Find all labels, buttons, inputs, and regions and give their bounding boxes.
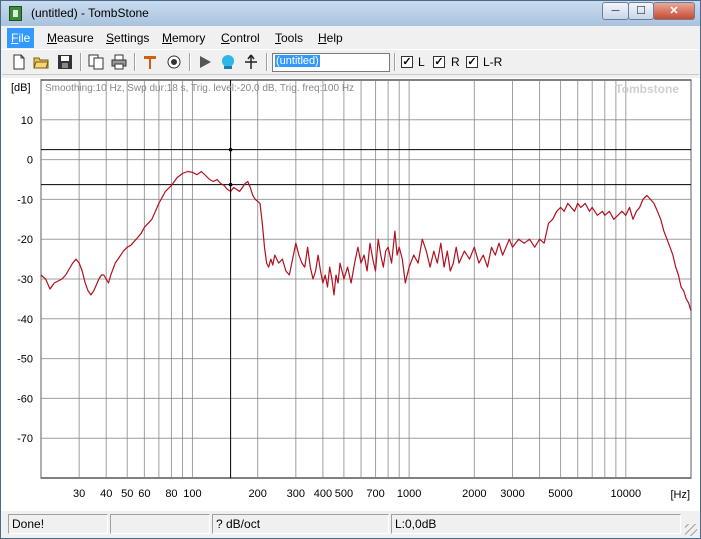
- tombstone-watermark: Tombstone: [615, 82, 679, 96]
- x-tick-label: 1000: [397, 488, 421, 500]
- x-tick-label: 50: [121, 488, 133, 500]
- y-tick-label: -10: [17, 194, 33, 206]
- menu-control[interactable]: Control: [221, 31, 260, 45]
- x-tick-label: 500: [335, 488, 353, 500]
- checkbox-l[interactable]: ✓: [401, 56, 413, 68]
- x-tick-label: 10000: [610, 488, 641, 500]
- close-button[interactable]: ✕: [653, 2, 695, 20]
- y-tick-label: -30: [17, 274, 33, 286]
- status-slope: ? dB/oct: [212, 514, 389, 534]
- x-tick-label: 60: [138, 488, 150, 500]
- copy-icon[interactable]: [88, 54, 104, 70]
- pointer-icon[interactable]: [243, 54, 259, 70]
- menu-tools[interactable]: Tools: [275, 31, 303, 45]
- play-icon[interactable]: [197, 54, 213, 70]
- toolbar-separator: [134, 53, 136, 71]
- plot-info-text: Smoothing:10 Hz, Swp dur:18 s, Trig. lev…: [45, 83, 354, 94]
- checkbox-r[interactable]: ✓: [433, 56, 445, 68]
- minimize-button[interactable]: ─: [602, 2, 629, 20]
- toolbar-separator: [189, 53, 191, 71]
- sweep-icon[interactable]: [220, 54, 236, 70]
- open-folder-icon[interactable]: [33, 54, 49, 70]
- save-disk-icon[interactable]: [57, 54, 73, 70]
- resize-grip[interactable]: [685, 524, 697, 536]
- checkbox-r-label: R: [451, 55, 460, 69]
- y-tick-label: -70: [17, 433, 33, 445]
- y-tick-label: -20: [17, 234, 33, 246]
- menu-settings[interactable]: Settings: [106, 31, 149, 45]
- marker-icon[interactable]: [142, 54, 158, 70]
- menu-measure[interactable]: Measure: [47, 31, 94, 45]
- y-tick-label: 0: [27, 155, 33, 167]
- y-tick-label: -40: [17, 314, 33, 326]
- menu-help[interactable]: Help: [318, 31, 343, 45]
- menu-file[interactable]: File: [7, 28, 35, 48]
- x-tick-label: 400: [314, 488, 332, 500]
- status-pane-empty: [110, 514, 210, 534]
- menu-bar: File Measure Settings Memory Control Too…: [2, 28, 699, 48]
- cursor-marker: [228, 147, 233, 152]
- tombstone-app-icon[interactable]: [9, 6, 22, 21]
- title-bar[interactable]: (untitled) - TombStone ─ ☐ ✕: [1, 1, 700, 26]
- checkbox-l-minus-r[interactable]: ✓: [466, 56, 478, 68]
- x-tick-label: 40: [100, 488, 112, 500]
- print-icon[interactable]: [111, 54, 127, 70]
- plot-canvas[interactable]: 100-10-20-30-40-50-60-7030 40 50 60 80 100 200…: [1, 78, 700, 511]
- target-icon[interactable]: [166, 54, 182, 70]
- x-tick-label: 300: [287, 488, 305, 500]
- measurement-name-field[interactable]: (untitled): [272, 53, 390, 72]
- y-tick-label: -50: [17, 354, 33, 366]
- x-tick-label: 5000: [548, 488, 572, 500]
- new-file-icon[interactable]: [11, 54, 27, 70]
- x-tick-label: 30: [73, 488, 85, 500]
- maximize-button[interactable]: ☐: [628, 2, 654, 20]
- x-tick-label: 200: [248, 488, 266, 500]
- frequency-response-plot[interactable]: 10 0 -10 -20 -30 -40 -50 -60 -70 30 40 50 60 80 100 200…: [1, 78, 700, 511]
- app-window: (untitled) - TombStone ─ ☐ ✕ File Measur…: [0, 0, 701, 539]
- status-level: L:0,0dB: [391, 514, 681, 534]
- y-tick-label: -60: [17, 393, 33, 405]
- status-bar: Done! ? dB/oct L:0,0dB: [2, 512, 699, 538]
- y-tick-label: 10: [21, 115, 33, 127]
- toolbar-separator: [80, 53, 82, 71]
- toolbar-separator: [394, 53, 396, 71]
- x-tick-label: 3000: [500, 488, 524, 500]
- cursor-marker: [228, 182, 233, 187]
- x-axis-unit: [Hz]: [670, 489, 690, 501]
- checkbox-l-label: L: [418, 55, 425, 69]
- y-axis-unit: [dB]: [11, 82, 31, 94]
- checkbox-l-minus-r-label: L-R: [483, 55, 503, 69]
- status-state: Done!: [8, 514, 108, 534]
- x-tick-label: 700: [366, 488, 384, 500]
- toolbar-separator: [266, 53, 268, 71]
- x-tick-label: 2000: [462, 488, 486, 500]
- window-title: (untitled) - TombStone: [31, 6, 149, 20]
- x-tick-label: 100: [183, 488, 201, 500]
- x-tick-label: 80: [165, 488, 177, 500]
- toolbar: (untitled) ✓ L ✓ R ✓ L-R: [2, 49, 699, 75]
- menu-memory[interactable]: Memory: [162, 31, 205, 45]
